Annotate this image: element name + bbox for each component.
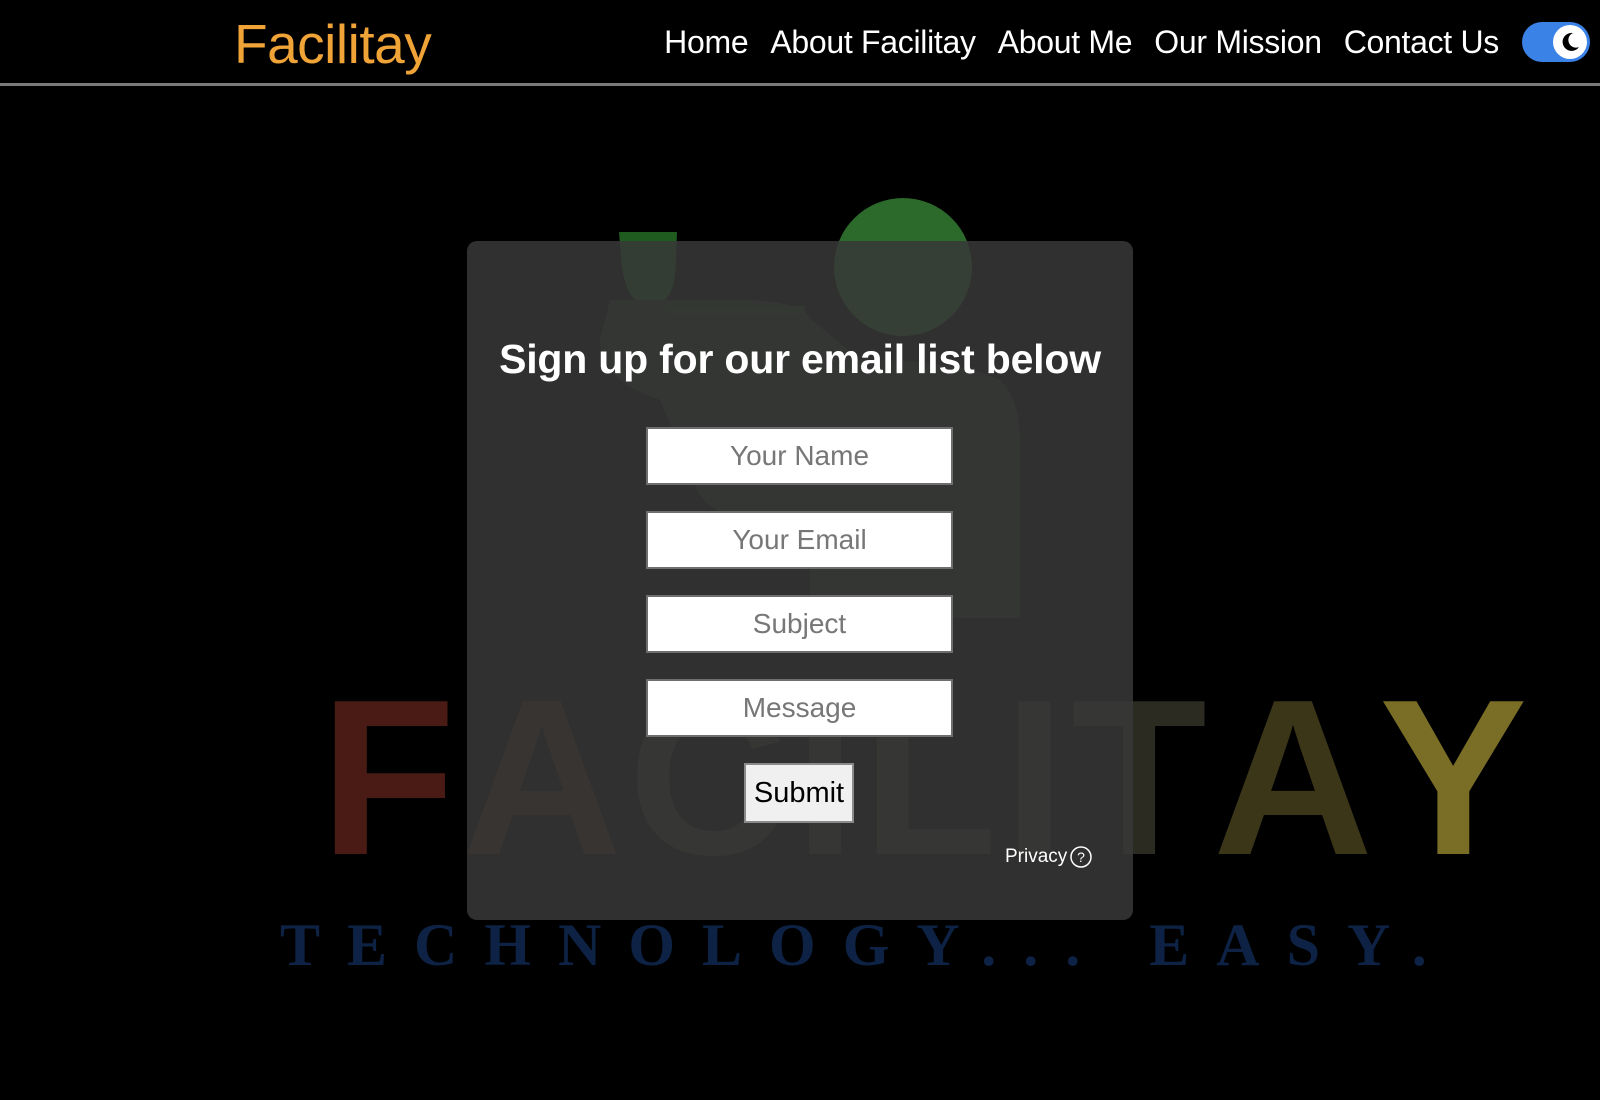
nav-link-home[interactable]: Home — [664, 22, 748, 62]
nav-link-our-mission[interactable]: Our Mission — [1154, 22, 1322, 62]
background-logo-tagline: TECHNOLOGY... EASY. — [280, 912, 1454, 978]
background-logo-letter: F — [320, 654, 462, 902]
brand-logo[interactable]: Facilitay — [234, 12, 432, 76]
question-circle-icon[interactable]: ? — [1070, 846, 1093, 868]
svg-text:?: ? — [1077, 849, 1085, 865]
background-logo-letter: A — [1212, 654, 1380, 902]
nav-link-about-me[interactable]: About Me — [998, 22, 1133, 62]
moon-icon — [1562, 32, 1579, 51]
nav-link-about-facilitay[interactable]: About Facilitay — [770, 22, 976, 62]
privacy-link[interactable]: Privacy ? — [1005, 846, 1093, 868]
name-field[interactable] — [646, 427, 953, 485]
theme-toggle[interactable] — [1522, 22, 1590, 62]
privacy-label: Privacy — [1005, 846, 1068, 867]
toggle-knob — [1553, 25, 1587, 59]
email-field[interactable] — [646, 511, 953, 569]
nav-links: Home About Facilitay About Me Our Missio… — [664, 22, 1499, 62]
subject-field[interactable] — [646, 595, 953, 653]
signup-card: Sign up for our email list below Submit … — [467, 241, 1133, 920]
nav-link-contact-us[interactable]: Contact Us — [1344, 22, 1500, 62]
signup-title: Sign up for our email list below — [499, 336, 1101, 382]
message-field[interactable] — [646, 679, 953, 737]
navbar: Facilitay Home About Facilitay About Me … — [0, 0, 1600, 86]
background-logo-letter: Y — [1379, 654, 1534, 902]
submit-button[interactable]: Submit — [744, 763, 854, 823]
